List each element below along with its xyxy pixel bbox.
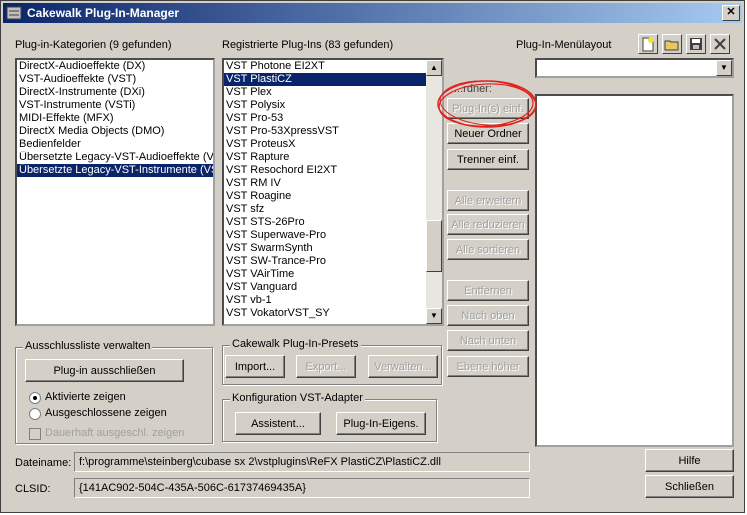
scroll-thumb[interactable] — [426, 220, 442, 272]
permanent-checkbox[interactable] — [29, 428, 41, 440]
move-down-button[interactable]: Nach unten — [447, 330, 529, 351]
manage-presets-button[interactable]: Verwalten... — [368, 355, 438, 378]
plugin-item[interactable]: VST Pro-53 — [224, 112, 426, 125]
scroll-up-icon[interactable]: ▲ — [426, 60, 442, 76]
plugins-scrollbar[interactable]: ▲ ▼ — [426, 60, 442, 324]
categories-label: Plug-in-Kategorien (9 gefunden) — [15, 39, 172, 51]
plugin-item[interactable]: VST sfz — [224, 203, 426, 216]
title-bar[interactable]: Cakewalk Plug-In-Manager ✕ — [3, 3, 742, 23]
menu-layout-tree[interactable] — [535, 94, 734, 447]
category-item[interactable]: MIDI-Effekte (MFX) — [17, 112, 213, 125]
layout-combo[interactable]: ▼ — [535, 58, 734, 78]
category-item[interactable]: Übersetzte Legacy-VST-Audioeffekte (VST) — [17, 151, 213, 164]
permanent-label: Dauerhaft ausgeschl. zeigen — [45, 427, 185, 439]
plugin-item[interactable]: VST Photone EI2XT — [224, 60, 426, 73]
window-title: Cakewalk Plug-In-Manager — [27, 6, 180, 20]
insert-plugins-button[interactable]: Plug-In(s) einf. — [447, 98, 529, 119]
app-icon — [6, 6, 22, 20]
plugin-properties-button[interactable]: Plug-In-Eigens. — [336, 412, 426, 435]
presets-group-title: Cakewalk Plug-In-Presets — [230, 338, 361, 350]
vst-adapter-group-title: Konfiguration VST-Adapter — [230, 392, 365, 404]
category-item[interactable]: VST-Instrumente (VSTi) — [17, 99, 213, 112]
plugin-item[interactable]: VST ProteusX — [224, 138, 426, 151]
collapse-all-button[interactable]: Alle reduzieren — [447, 214, 529, 235]
plugin-item[interactable]: VST Vanguard — [224, 281, 426, 294]
show-excluded-label: Ausgeschlossene zeigen — [45, 407, 167, 419]
save-layout-icon[interactable] — [686, 34, 706, 54]
new-layout-icon[interactable] — [638, 34, 658, 54]
new-folder-button[interactable]: Neuer Ordner — [447, 123, 529, 144]
plugins-list[interactable]: VST Photone EI2XT VST PlastiCZ VST Plex VST… — [222, 58, 444, 326]
menu-layout-label: Plug-In-Menülayout — [516, 39, 612, 51]
category-item[interactable]: DirectX Media Objects (DMO) — [17, 125, 213, 138]
categories-list[interactable]: DirectX-Audioeffekte (DX) VST-Audioeffekt… — [15, 58, 215, 326]
plugin-item[interactable]: VST Roagine — [224, 190, 426, 203]
show-active-radio[interactable] — [29, 392, 41, 404]
plugin-item[interactable]: VST Rapture — [224, 151, 426, 164]
exclusion-group-title: Ausschlussliste verwalten — [23, 340, 153, 352]
insert-separator-button[interactable]: Trenner einf. — [447, 149, 529, 170]
plugin-item[interactable]: VST vb-1 — [224, 294, 426, 307]
plugin-item[interactable]: VST SwarmSynth — [224, 242, 426, 255]
category-item[interactable]: Übersetzte Legacy-VST-Instrumente (VSTi) — [17, 164, 213, 177]
import-button[interactable]: Import... — [225, 355, 285, 378]
chevron-down-icon[interactable]: ▼ — [716, 60, 732, 76]
sort-all-button[interactable]: Alle sortieren — [447, 239, 529, 260]
plugins-label: Registrierte Plug-Ins (83 gefunden) — [222, 39, 394, 51]
folder-label: ...rdner: — [454, 83, 492, 95]
move-up-button[interactable]: Nach oben — [447, 305, 529, 326]
plugin-item[interactable]: VST Plex — [224, 86, 426, 99]
scroll-down-icon[interactable]: ▼ — [426, 308, 442, 324]
close-window-button[interactable]: ✕ — [722, 5, 740, 21]
delete-layout-icon[interactable] — [710, 34, 730, 54]
filename-label: Dateiname: — [15, 457, 72, 469]
exclude-plugin-button[interactable]: Plug-in ausschließen — [25, 359, 184, 382]
category-item[interactable]: Bedienfelder — [17, 138, 213, 151]
clsid-label: CLSID: — [15, 483, 51, 495]
category-item[interactable]: DirectX-Instrumente (DXi) — [17, 86, 213, 99]
export-button[interactable]: Export... — [296, 355, 356, 378]
show-excluded-radio[interactable] — [29, 408, 41, 420]
category-item[interactable]: DirectX-Audioeffekte (DX) — [17, 60, 213, 73]
close-button[interactable]: Schließen — [645, 475, 734, 498]
plugin-item[interactable]: VST Superwave-Pro — [224, 229, 426, 242]
wizard-button[interactable]: Assistent... — [235, 412, 321, 435]
plugin-item[interactable]: VST PlastiCZ — [224, 73, 426, 86]
plugin-item[interactable]: VST SW-Trance-Pro — [224, 255, 426, 268]
category-item[interactable]: VST-Audioeffekte (VST) — [17, 73, 213, 86]
plugin-item[interactable]: VST VokatorVST_SY — [224, 307, 426, 320]
help-button[interactable]: Hilfe — [645, 449, 734, 472]
plugin-item[interactable]: VST VAirTime — [224, 268, 426, 281]
open-layout-icon[interactable] — [662, 34, 682, 54]
filename-field: f:\programme\steinberg\cubase sx 2\vstpl… — [74, 452, 530, 472]
show-active-label: Aktivierte zeigen — [45, 391, 126, 403]
level-up-button[interactable]: Ebene höher — [447, 356, 529, 377]
plugin-item[interactable]: VST Resochord EI2XT — [224, 164, 426, 177]
clsid-field: {141AC902-504C-435A-506C-61737469435A} — [74, 478, 530, 498]
expand-all-button[interactable]: Alle erweitern — [447, 190, 529, 211]
plugin-item[interactable]: VST RM IV — [224, 177, 426, 190]
plugin-manager-window: Cakewalk Plug-In-Manager ✕ Plug-in-Kateg… — [0, 0, 745, 513]
plugin-item[interactable]: VST Pro-53XpressVST — [224, 125, 426, 138]
remove-button[interactable]: Entfernen — [447, 280, 529, 301]
plugin-item[interactable]: VST STS-26Pro — [224, 216, 426, 229]
plugin-item[interactable]: VST Polysix — [224, 99, 426, 112]
